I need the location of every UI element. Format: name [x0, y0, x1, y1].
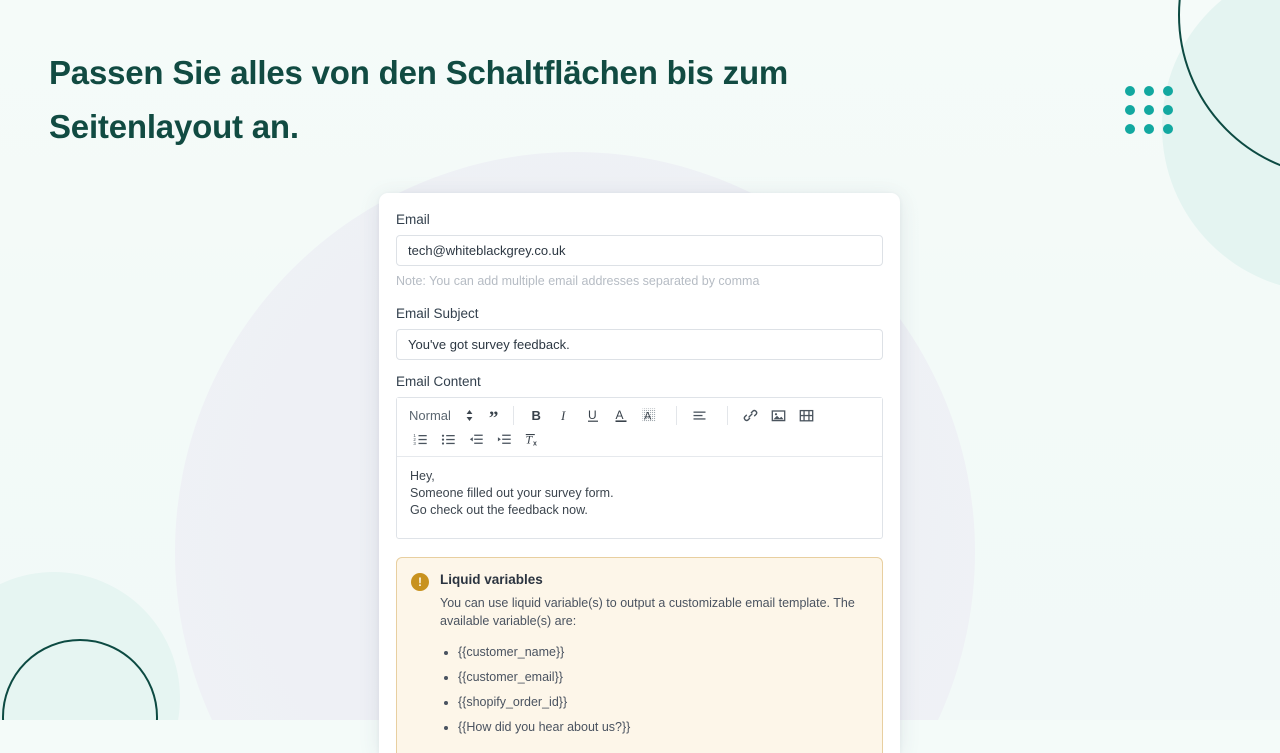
- video-icon[interactable]: [795, 405, 818, 426]
- format-select[interactable]: Normal: [409, 408, 474, 423]
- grid-dot: [1163, 124, 1173, 134]
- grid-dot: [1144, 124, 1154, 134]
- toolbar-row-2: 1 2 3 T x: [401, 428, 878, 451]
- blockquote-icon[interactable]: ”: [489, 408, 499, 428]
- underline-icon[interactable]: U: [581, 405, 604, 426]
- rich-text-editor: Normal ” B I U A A 1 2 3 T x Hey, Someon…: [396, 397, 883, 539]
- mint-circle-top-right: [1162, 0, 1280, 292]
- email-settings-card: Email tech@whiteblackgrey.co.uk Note: Yo…: [379, 193, 900, 753]
- clear-format-icon[interactable]: T x: [521, 429, 544, 450]
- editor-toolbar: Normal ” B I U A A 1 2 3 T x: [397, 398, 882, 457]
- subject-label: Email Subject: [396, 306, 479, 321]
- ring-circle-top-right: [1178, 0, 1280, 178]
- exclamation-icon: !: [411, 573, 429, 591]
- grid-dot: [1144, 86, 1154, 96]
- toolbar-divider: [676, 406, 678, 425]
- subject-field-group: Email Subject You've got survey feedback…: [396, 306, 883, 360]
- mint-circle-bottom-left: [0, 572, 180, 720]
- grid-dot: [1125, 105, 1135, 115]
- svg-text:A: A: [644, 411, 652, 423]
- list-item: {{customer_name}}: [458, 643, 868, 661]
- insert-group: [739, 405, 823, 426]
- grid-dot: [1163, 86, 1173, 96]
- chevron-updown-icon: [465, 408, 474, 423]
- liquid-variables-alert: ! Liquid variables You can use liquid va…: [396, 557, 883, 753]
- editor-line: Hey,: [410, 469, 435, 483]
- text-format-group: B I U A A: [525, 405, 665, 426]
- alert-title: Liquid variables: [440, 572, 543, 587]
- content-field-group: Email Content Normal ” B I U A A 1 2 3 T…: [396, 374, 883, 539]
- ordered-list-icon[interactable]: 1 2 3: [409, 429, 432, 450]
- grid-dot: [1144, 105, 1154, 115]
- toolbar-row-1: Normal ” B I U A A: [401, 404, 878, 428]
- grid-dot: [1163, 105, 1173, 115]
- list-item: {{customer_email}}: [458, 668, 868, 686]
- grid-dot: [1125, 124, 1135, 134]
- svg-text:A: A: [615, 408, 623, 422]
- bold-icon[interactable]: B: [525, 405, 548, 426]
- svg-text:I: I: [560, 408, 566, 423]
- link-icon[interactable]: [739, 405, 762, 426]
- grid-dot: [1125, 86, 1135, 96]
- editor-line: Someone filled out your survey form.: [410, 486, 614, 500]
- list-item: {{How did you hear about us?}}: [458, 718, 868, 736]
- page-title: Passen Sie alles von den Schaltflächen b…: [49, 54, 789, 145]
- bullet-list-icon[interactable]: [437, 429, 460, 450]
- editor-content-area[interactable]: Hey, Someone filled out your survey form…: [397, 457, 882, 538]
- svg-text:U: U: [588, 408, 597, 422]
- toolbar-divider: [727, 406, 729, 425]
- email-label: Email: [396, 212, 430, 227]
- liquid-variable-list: {{customer_name}} {{customer_email}} {{s…: [440, 643, 868, 736]
- outdent-icon[interactable]: [465, 429, 488, 450]
- toolbar-divider: [513, 406, 515, 425]
- italic-icon[interactable]: I: [553, 405, 576, 426]
- text-color-icon[interactable]: A: [609, 405, 632, 426]
- indent-icon[interactable]: [493, 429, 516, 450]
- svg-text:3: 3: [413, 441, 416, 446]
- dot-grid-decoration: [1125, 86, 1173, 134]
- ring-circle-bottom-left: [2, 639, 158, 720]
- email-input[interactable]: tech@whiteblackgrey.co.uk: [396, 235, 883, 266]
- alert-description: You can use liquid variable(s) to output…: [440, 596, 855, 628]
- background-color-icon[interactable]: A: [637, 405, 660, 426]
- svg-text:B: B: [531, 408, 540, 423]
- email-note: Note: You can add multiple email address…: [396, 274, 760, 288]
- email-field-group: Email tech@whiteblackgrey.co.uk Note: Yo…: [396, 212, 883, 289]
- svg-text:x: x: [533, 441, 537, 448]
- content-label: Email Content: [396, 374, 481, 389]
- alert-body: Liquid variables You can use liquid vari…: [440, 571, 868, 743]
- editor-line: Go check out the feedback now.: [410, 503, 588, 517]
- subject-input[interactable]: You've got survey feedback.: [396, 329, 883, 360]
- format-select-value: Normal: [409, 408, 451, 423]
- image-icon[interactable]: [767, 405, 790, 426]
- list-item: {{shopify_order_id}}: [458, 693, 868, 711]
- align-icon[interactable]: [688, 405, 711, 426]
